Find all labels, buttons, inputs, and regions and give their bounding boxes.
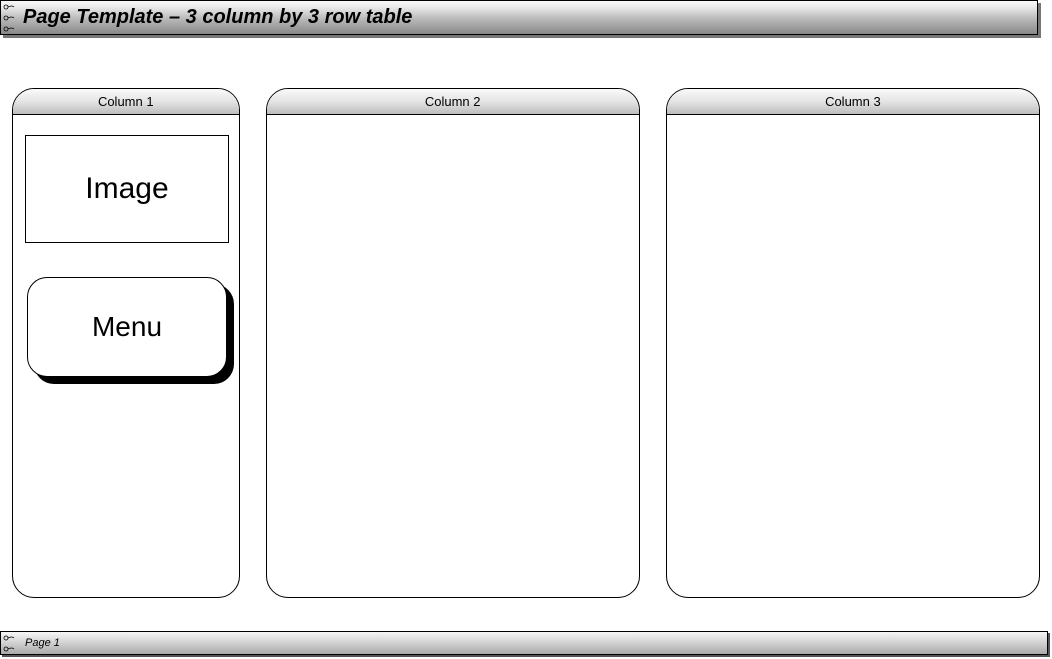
footer-text: Page 1 <box>19 637 60 649</box>
footer-bar: Page 1 <box>0 631 1048 655</box>
menu-placeholder[interactable]: Menu <box>27 277 227 377</box>
column-2-panel: Column 2 <box>266 88 640 598</box>
columns-container: Column 1 Image Menu Column 2 Column 3 <box>12 88 1040 598</box>
column-2-header: Column 2 <box>267 89 639 115</box>
column-3-body <box>667 115 1039 597</box>
page-title: Page Template – 3 column by 3 row table <box>19 6 412 29</box>
column-3-panel: Column 3 <box>666 88 1040 598</box>
column-3-header: Column 3 <box>667 89 1039 115</box>
binding-icon <box>1 632 19 654</box>
column-1-panel: Column 1 Image Menu <box>12 88 240 598</box>
column-1-header: Column 1 <box>13 89 239 115</box>
title-bar: Page Template – 3 column by 3 row table <box>0 0 1038 35</box>
image-placeholder: Image <box>25 135 229 243</box>
binding-icon <box>1 1 19 34</box>
column-1-body: Image Menu <box>13 115 239 597</box>
column-2-body <box>267 115 639 597</box>
